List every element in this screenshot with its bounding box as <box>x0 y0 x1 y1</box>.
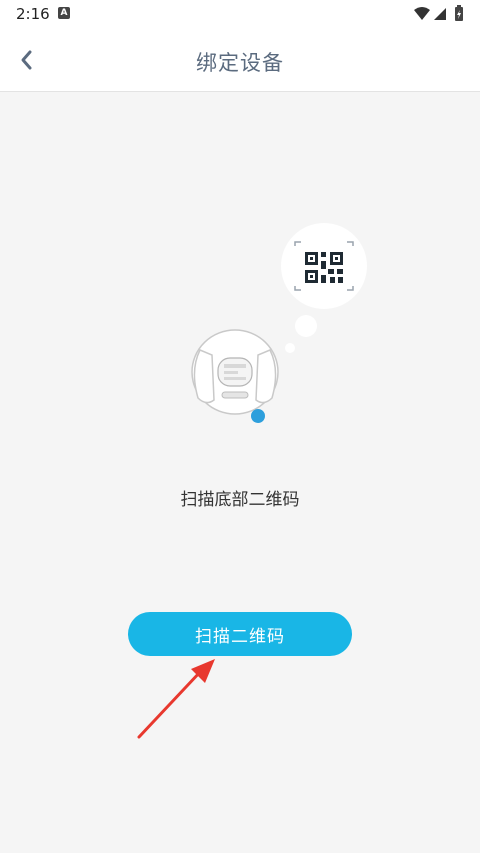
battery-charging-icon <box>455 5 463 21</box>
robot-vacuum-icon <box>191 329 279 423</box>
device-indicator-dot <box>251 409 265 423</box>
notification-icon: A <box>58 7 70 19</box>
wifi-icon <box>414 7 430 20</box>
robot-qr-illustration <box>191 223 367 423</box>
thought-dot-small <box>285 343 295 353</box>
red-arrow-annotation <box>137 659 215 739</box>
scan-instruction: 扫描底部二维码 <box>180 490 300 510</box>
status-time: 2:16 <box>16 5 50 23</box>
scan-qr-button[interactable]: 扫描二维码 <box>128 612 352 656</box>
page-title: 绑定设备 <box>196 51 284 75</box>
nav-bar: 绑定设备 <box>0 28 480 92</box>
status-bar: 2:16 A <box>0 0 480 28</box>
status-icons <box>414 5 463 21</box>
cell-signal-icon <box>434 8 446 20</box>
thought-dot-large <box>295 315 317 337</box>
